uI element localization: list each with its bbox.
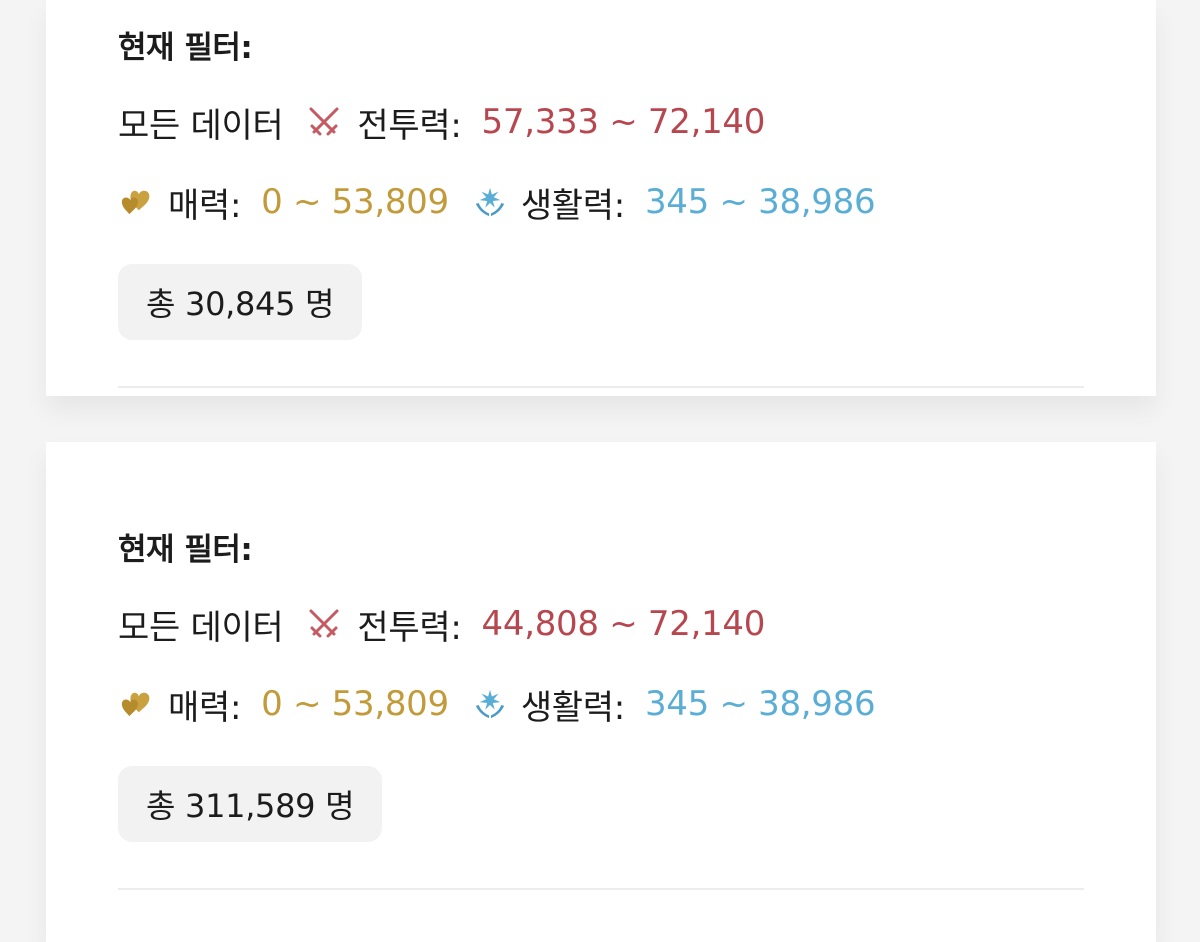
total-count-badge: 총 30,845 명: [118, 264, 363, 340]
filter-card: 현재 필터: 모든 데이터 전투력: 57,333 ~ 72,140 매력: 0…: [46, 0, 1156, 396]
filter-row-charm-vitality: 매력: 0 ~ 53,809 생활력: 345 ~ 38,986: [118, 682, 876, 728]
combat-range: 57,333 ~ 72,140: [481, 102, 766, 142]
filter-card: 현재 필터: 모든 데이터 전투력: 44,808 ~ 72,140 매력: 0…: [46, 442, 1156, 942]
all-data-label: 모든 데이터: [118, 607, 284, 648]
filter-row-charm-vitality: 매력: 0 ~ 53,809 생활력: 345 ~ 38,986: [118, 180, 876, 226]
filter-title: 현재 필터:: [118, 532, 253, 568]
divider: [118, 888, 1084, 890]
vitality-range: 345 ~ 38,986: [644, 684, 876, 724]
all-data-label: 모든 데이터: [118, 105, 284, 146]
filter-title: 현재 필터:: [118, 30, 253, 66]
vitality-label: 생활력:: [520, 687, 625, 728]
hearts-icon: [118, 685, 156, 723]
charm-label: 매력:: [168, 185, 242, 226]
sparkle-hands-icon: [471, 183, 509, 221]
filter-row-combat: 모든 데이터 전투력: 57,333 ~ 72,140: [118, 100, 766, 146]
charm-range: 0 ~ 53,809: [261, 182, 449, 222]
divider: [118, 386, 1084, 388]
combat-range: 44,808 ~ 72,140: [481, 604, 766, 644]
total-count-badge: 총 311,589 명: [118, 766, 383, 842]
crossed-swords-icon: [305, 103, 343, 141]
crossed-swords-icon: [305, 605, 343, 643]
sparkle-hands-icon: [471, 685, 509, 723]
vitality-label: 생활력:: [520, 185, 625, 226]
vitality-range: 345 ~ 38,986: [644, 182, 876, 222]
combat-label: 전투력:: [357, 607, 462, 648]
hearts-icon: [118, 183, 156, 221]
filter-row-combat: 모든 데이터 전투력: 44,808 ~ 72,140: [118, 602, 766, 648]
combat-label: 전투력:: [357, 105, 462, 146]
charm-label: 매력:: [168, 687, 242, 728]
charm-range: 0 ~ 53,809: [261, 684, 449, 724]
